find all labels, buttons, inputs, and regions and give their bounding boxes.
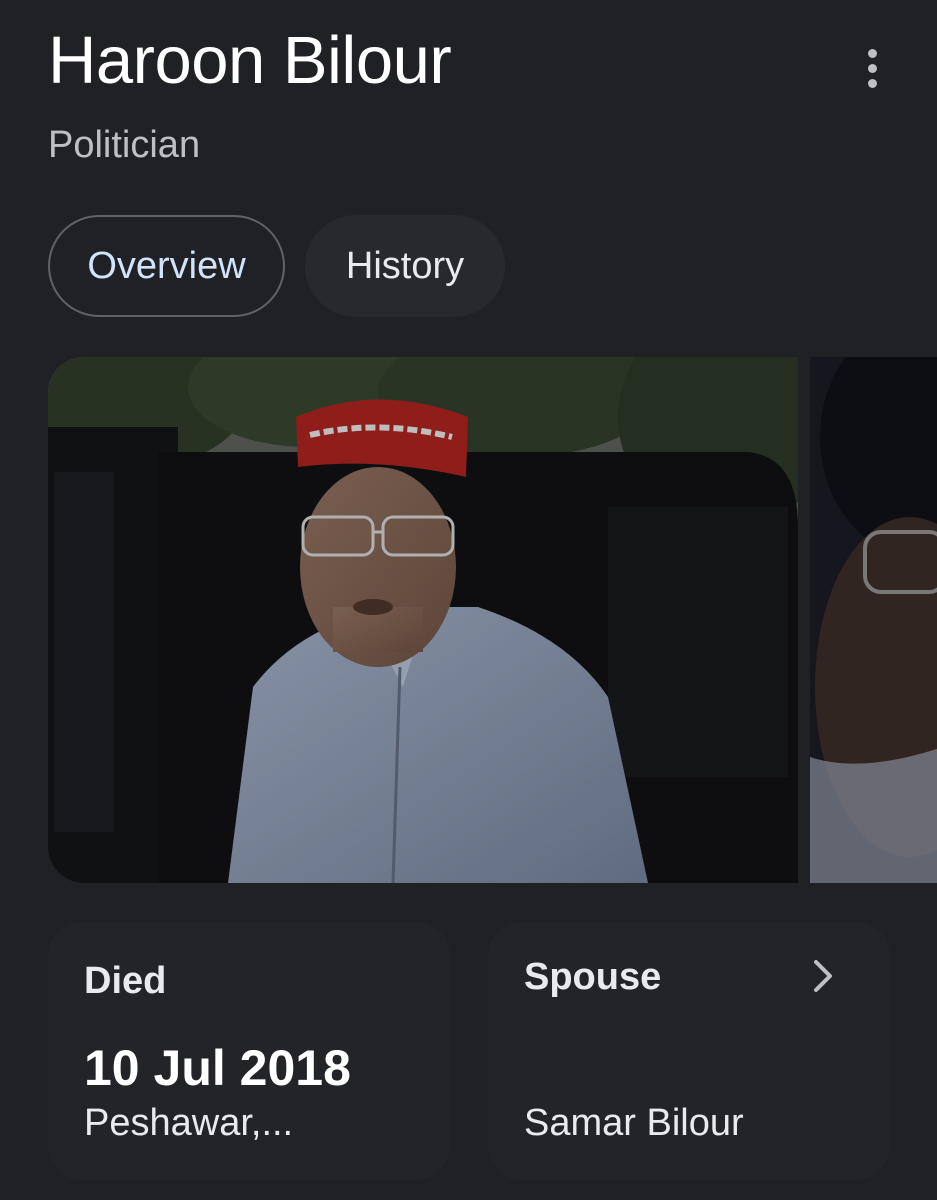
died-card: Died 10 Jul 2018 Peshawar,... xyxy=(48,922,450,1180)
spouse-card[interactable]: Spouse Samar Bilour xyxy=(488,922,890,1180)
died-date: 10 Jul 2018 xyxy=(84,1040,351,1096)
more-vert-icon-dot xyxy=(867,63,877,73)
page-title: Haroon Bilour xyxy=(48,23,452,98)
main-photo[interactable] xyxy=(48,357,798,883)
secondary-photo[interactable] xyxy=(810,357,937,883)
spouse-label: Spouse xyxy=(524,956,662,998)
image-carousel xyxy=(48,357,937,883)
more-vert-icon-dot xyxy=(867,78,877,88)
chevron-right-icon xyxy=(814,960,832,992)
died-place: Peshawar,... xyxy=(84,1102,294,1144)
page-subtitle: Politician xyxy=(48,124,201,166)
spouse-name: Samar Bilour xyxy=(524,1102,744,1144)
more-vert-icon xyxy=(867,48,877,58)
tab-history[interactable]: History xyxy=(305,215,505,317)
main-photo-image xyxy=(48,357,798,883)
tab-history-label: History xyxy=(345,244,465,287)
secondary-photo-image xyxy=(810,357,937,883)
tab-overview-label: Overview xyxy=(87,244,246,287)
died-label: Died xyxy=(84,960,167,1002)
tab-overview[interactable]: Overview xyxy=(48,215,285,317)
more-options-button[interactable] xyxy=(848,40,896,96)
